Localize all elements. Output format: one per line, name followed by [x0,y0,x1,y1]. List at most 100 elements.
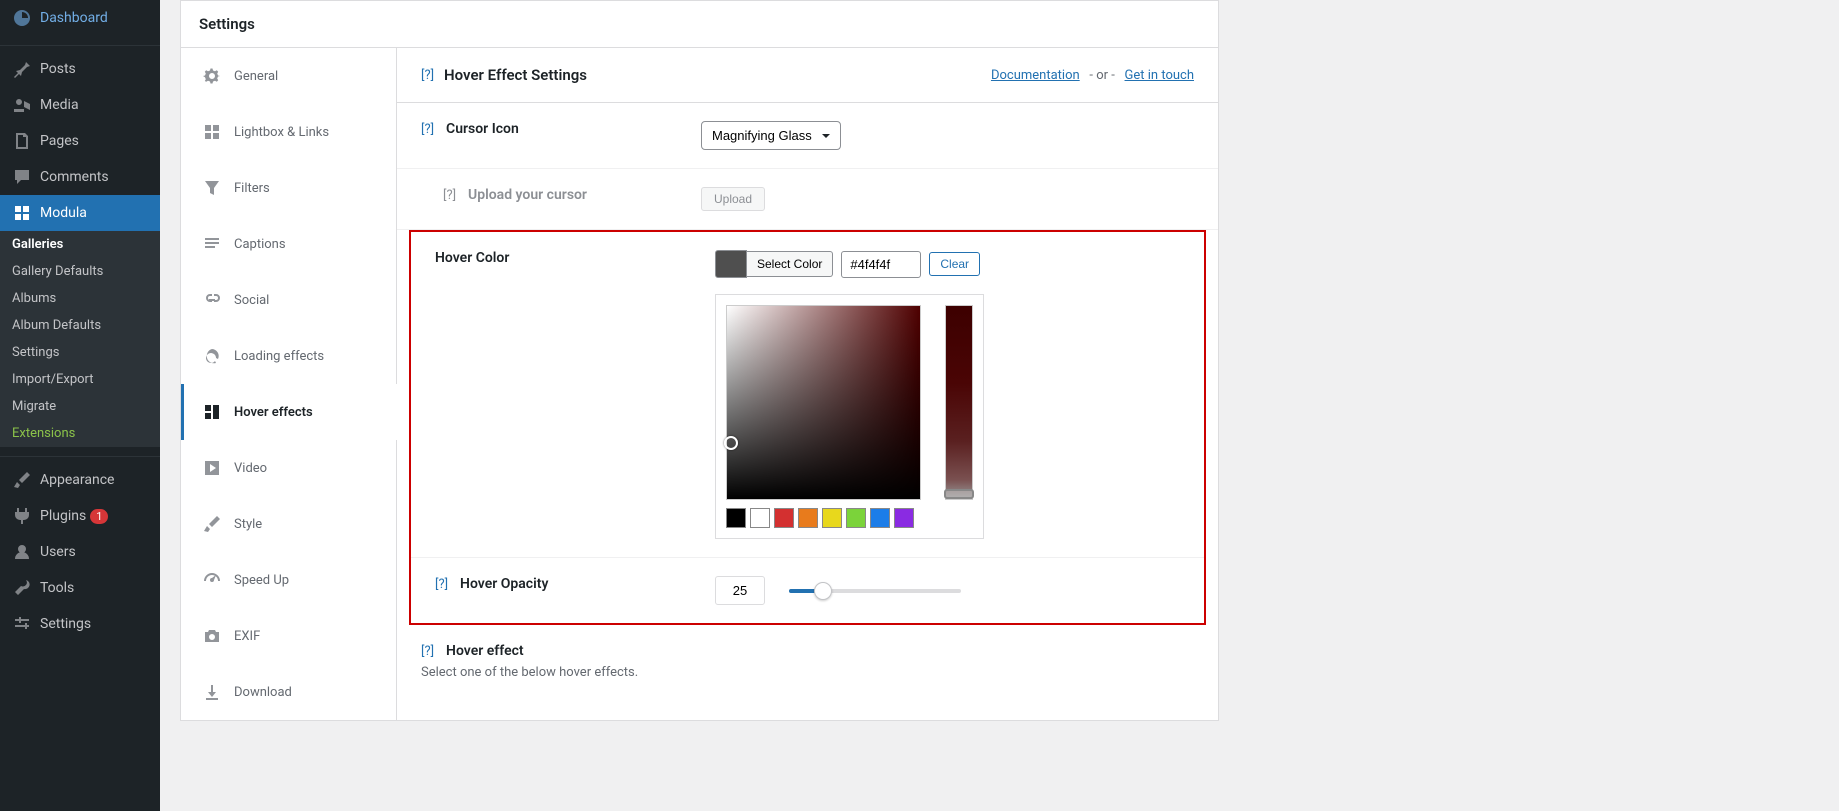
sidebar-item-posts[interactable]: Posts [0,51,160,87]
clear-button[interactable]: Clear [929,252,980,276]
field-description: Select one of the below hover effects. [421,665,638,680]
swatch-yellow[interactable] [822,508,842,528]
sidebar-item-pages[interactable]: Pages [0,123,160,159]
row-hover-effect: [?] Hover effect Select one of the below… [397,625,1218,698]
row-hover-opacity: [?] Hover Opacity [411,558,1204,623]
dashboard-icon [12,8,32,28]
hue-slider[interactable] [945,305,973,500]
documentation-link[interactable]: Documentation [991,68,1080,83]
opacity-input[interactable] [715,576,765,605]
tab-filters[interactable]: Filters [181,160,396,216]
sidebar-item-tools[interactable]: Tools [0,570,160,606]
sidebar-label: Modula [40,205,87,221]
swatch-black[interactable] [726,508,746,528]
help-icon[interactable]: [?] [421,68,434,83]
sliders-icon [12,614,32,634]
sidebar-item-settings[interactable]: Settings [0,606,160,642]
user-icon [12,542,32,562]
sidebar-item-appearance[interactable]: Appearance [0,462,160,498]
hover-icon [202,402,222,422]
sidebar-label: Users [40,544,76,560]
swatch-blue[interactable] [870,508,890,528]
tab-speed[interactable]: Speed Up [181,552,396,608]
modula-icon [12,203,32,223]
comments-icon [12,167,32,187]
opacity-slider[interactable] [789,589,961,593]
sidebar-label: Tools [40,580,74,596]
get-in-touch-link[interactable]: Get in touch [1125,68,1194,83]
sidebar-label: Comments [40,169,109,185]
camera-icon [202,626,222,646]
tab-general[interactable]: General [181,48,396,104]
sidebar-item-dashboard[interactable]: Dashboard [0,0,160,36]
highlighted-section: Hover Color Select Color Clear [409,230,1206,625]
submenu-album-defaults[interactable]: Album Defaults [0,312,160,339]
section-header: [?] Hover Effect Settings Documentation … [397,48,1218,103]
select-color-button[interactable]: Select Color [747,251,833,277]
sidebar-label: Pages [40,133,79,149]
sidebar-label: Media [40,97,79,113]
help-icon[interactable]: [?] [443,188,456,203]
download-icon [202,682,222,702]
color-picker [715,294,984,539]
tab-social[interactable]: Social [181,272,396,328]
sidebar-item-users[interactable]: Users [0,534,160,570]
swatch-purple[interactable] [894,508,914,528]
slider-thumb[interactable] [814,582,832,600]
pin-icon [12,59,32,79]
brush-icon [202,514,222,534]
link-icon [202,290,222,310]
tab-style[interactable]: Style [181,496,396,552]
tab-exif[interactable]: EXIF [181,608,396,664]
sidebar-label: Settings [40,616,91,632]
submenu-import-export[interactable]: Import/Export [0,366,160,393]
submenu-extensions[interactable]: Extensions [0,420,160,447]
tab-download[interactable]: Download [181,664,396,720]
refresh-icon [202,346,222,366]
submenu-gallery-defaults[interactable]: Gallery Defaults [0,258,160,285]
brush-icon [12,470,32,490]
row-upload-cursor: [?] Upload your cursor Upload [397,169,1218,230]
submenu-galleries[interactable]: Galleries [0,231,160,258]
saturation-handle[interactable] [724,436,738,450]
help-icon[interactable]: [?] [421,644,434,659]
submenu-migrate[interactable]: Migrate [0,393,160,420]
submenu-albums[interactable]: Albums [0,285,160,312]
sidebar-item-media[interactable]: Media [0,87,160,123]
pages-icon [12,131,32,151]
cursor-icon-select[interactable]: Magnifying Glass [701,121,841,150]
swatch-white[interactable] [750,508,770,528]
hex-input[interactable] [841,251,921,278]
tab-content: [?] Hover Effect Settings Documentation … [397,48,1218,720]
field-label: Hover Color [435,250,509,266]
field-label: Hover effect [446,643,524,659]
section-title: Hover Effect Settings [444,66,587,84]
settings-title: Settings [181,1,1218,48]
sidebar-item-comments[interactable]: Comments [0,159,160,195]
tab-lightbox[interactable]: Lightbox & Links [181,104,396,160]
wrench-icon [12,578,32,598]
captions-icon [202,234,222,254]
sidebar-item-plugins[interactable]: Plugins 1 [0,498,160,534]
swatch-red[interactable] [774,508,794,528]
admin-sidebar: Dashboard Posts Media Pages Comments Mod… [0,0,160,811]
saturation-panel[interactable] [726,305,921,500]
update-badge: 1 [90,509,108,524]
tab-hover[interactable]: Hover effects [181,384,397,440]
swatch-green[interactable] [846,508,866,528]
swatch-orange[interactable] [798,508,818,528]
play-icon [202,458,222,478]
preset-swatches [726,508,921,528]
settings-card: Settings General Lightbox & Links Filter… [180,0,1219,721]
settings-tabs: General Lightbox & Links Filters Caption… [181,48,397,720]
help-icon[interactable]: [?] [435,577,448,592]
tab-video[interactable]: Video [181,440,396,496]
tab-captions[interactable]: Captions [181,216,396,272]
sidebar-item-modula[interactable]: Modula [0,195,160,231]
submenu-settings[interactable]: Settings [0,339,160,366]
hue-handle[interactable] [944,489,974,499]
help-icon[interactable]: [?] [421,122,434,137]
tab-loading[interactable]: Loading effects [181,328,396,384]
upload-button[interactable]: Upload [701,187,765,211]
field-label: Hover Opacity [460,576,548,592]
